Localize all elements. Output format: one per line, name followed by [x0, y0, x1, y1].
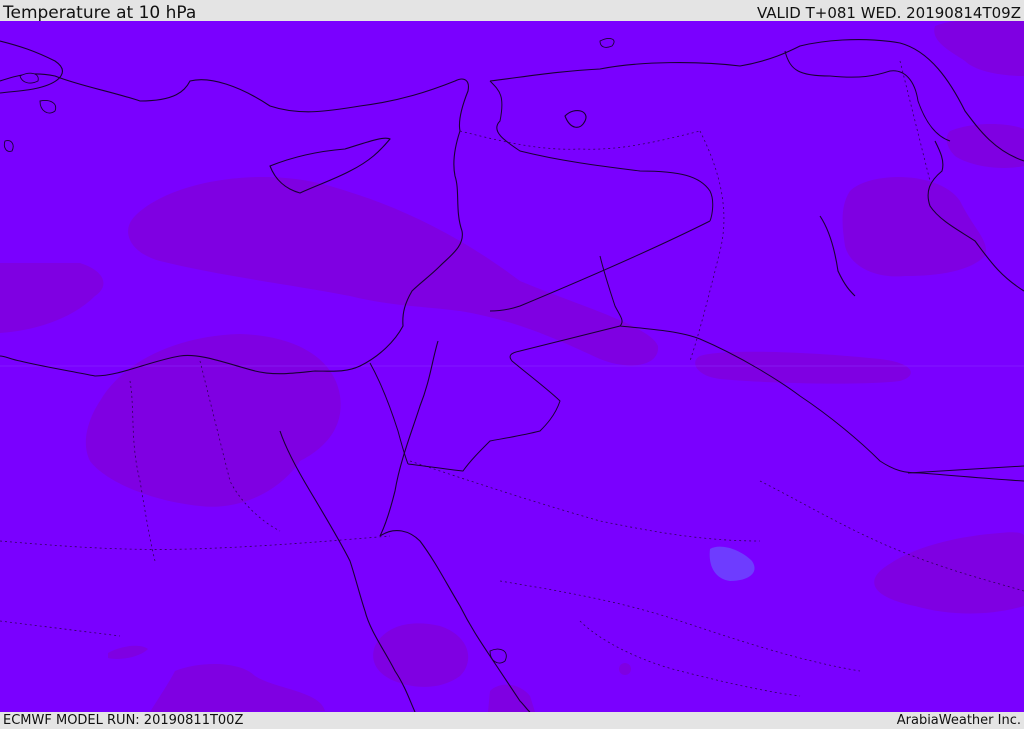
- weather-map[interactable]: [0, 21, 1024, 712]
- bottom-bar: ECMWF MODEL RUN: 20190811T00Z ArabiaWeat…: [0, 712, 1024, 729]
- credit-label: ArabiaWeather Inc.: [896, 713, 1021, 728]
- patch-small-dot: [619, 663, 631, 675]
- top-bar: Temperature at 10 hPa VALID T+081 WED. 2…: [0, 0, 1024, 23]
- patch-red-sea: [373, 623, 469, 687]
- valid-time-label: VALID T+081 WED. 20190814T09Z: [756, 4, 1021, 22]
- model-run-label: ECMWF MODEL RUN: 20190811T00Z: [3, 713, 244, 728]
- chart-title: Temperature at 10 hPa: [3, 3, 197, 23]
